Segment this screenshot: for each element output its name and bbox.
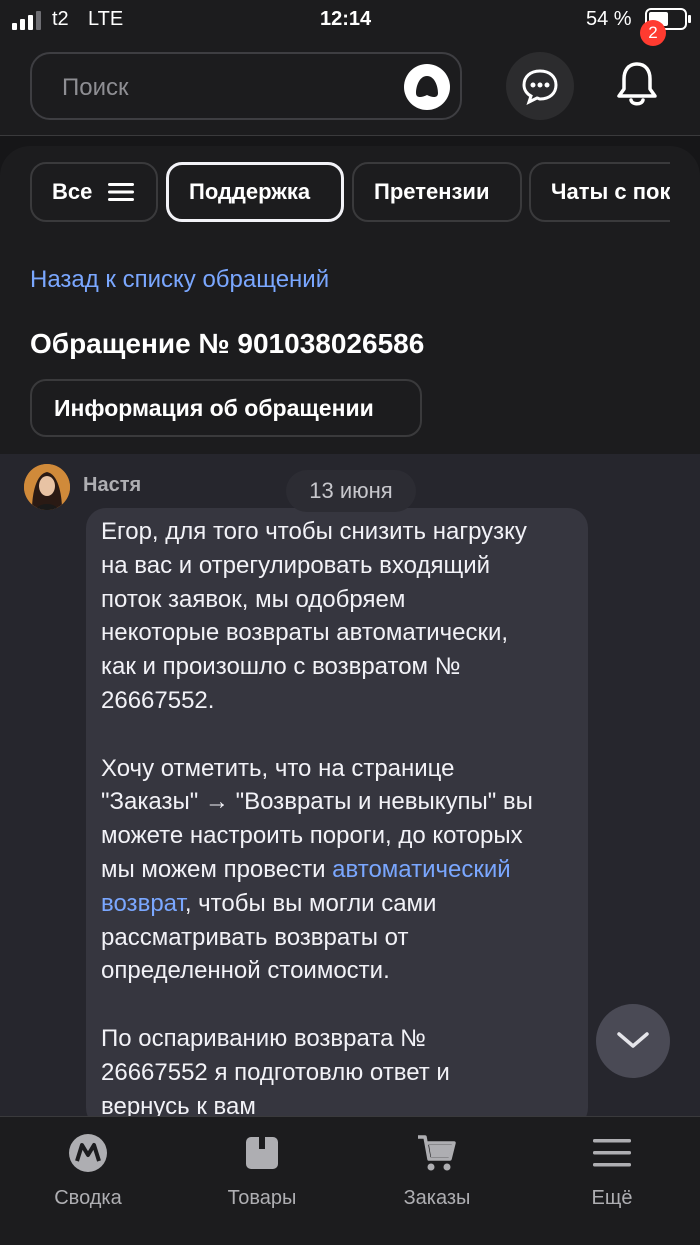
search-placeholder: Поиск — [62, 74, 129, 101]
box-icon — [246, 1137, 278, 1169]
message-text-part: , чтобы вы могли сами рассматривать возв… — [101, 889, 450, 1120]
notification-badge: 2 — [640, 20, 666, 46]
cart-icon — [418, 1135, 456, 1171]
menu-icon — [108, 183, 134, 201]
scroll-down-button[interactable] — [596, 1004, 670, 1078]
sender-name: Настя — [83, 474, 142, 496]
page-title: Обращение № 901038026586 — [30, 328, 425, 359]
network-label: LTE — [88, 8, 124, 30]
back-to-list-link[interactable]: Назад к списку обращений — [30, 266, 329, 294]
signal-icon — [12, 11, 41, 30]
message-text-part: Егор, для того чтобы снизить нагрузку на… — [101, 518, 533, 883]
tab-all[interactable]: Все — [30, 162, 158, 222]
hamburger-icon — [593, 1139, 631, 1167]
chevron-down-icon — [617, 1032, 649, 1048]
tab-label: Все — [52, 179, 93, 204]
bell-icon[interactable] — [612, 56, 662, 112]
alice-icon[interactable] — [404, 64, 450, 110]
carrier-label: t2 — [52, 8, 69, 30]
nav-goods[interactable]: Товары — [202, 1133, 322, 1210]
market-logo-icon — [69, 1134, 107, 1172]
tab-label: Чаты с пок — [551, 179, 670, 204]
status-bar: t2 LTE 12:14 54 % — [0, 0, 700, 40]
nav-label: Ещё — [591, 1187, 633, 1209]
tabs-bar: Все Поддержка Претензии Чаты с пок — [30, 162, 670, 224]
tab-label: Претензии — [374, 179, 490, 204]
nav-label: Заказы — [403, 1187, 471, 1209]
search-input[interactable]: Поиск — [30, 52, 462, 120]
ticket-info-button[interactable]: Информация об обращении — [30, 379, 422, 437]
nav-more[interactable]: Ещё — [552, 1133, 672, 1210]
nav-label: Сводка — [54, 1187, 122, 1209]
app-header: Поиск — [0, 40, 700, 136]
avatar — [24, 464, 70, 510]
tab-claims[interactable]: Претензии — [352, 162, 522, 222]
tab-label: Поддержка — [189, 179, 311, 204]
message-text: Егор, для того чтобы снизить нагрузку на… — [101, 515, 581, 1123]
nav-orders[interactable]: Заказы — [377, 1133, 497, 1210]
battery-percent: 54 % — [586, 8, 632, 30]
tab-customer-chats[interactable]: Чаты с пок — [529, 162, 670, 222]
clock: 12:14 — [320, 8, 372, 30]
nav-summary[interactable]: Сводка — [28, 1133, 148, 1210]
tab-support[interactable]: Поддержка — [166, 162, 344, 222]
bottom-navigation: Сводка Товары Заказы Ещё — [0, 1116, 700, 1245]
nav-label: Товары — [227, 1187, 297, 1209]
date-separator: 13 июня — [286, 470, 416, 512]
chat-bubble-icon[interactable] — [506, 52, 574, 120]
